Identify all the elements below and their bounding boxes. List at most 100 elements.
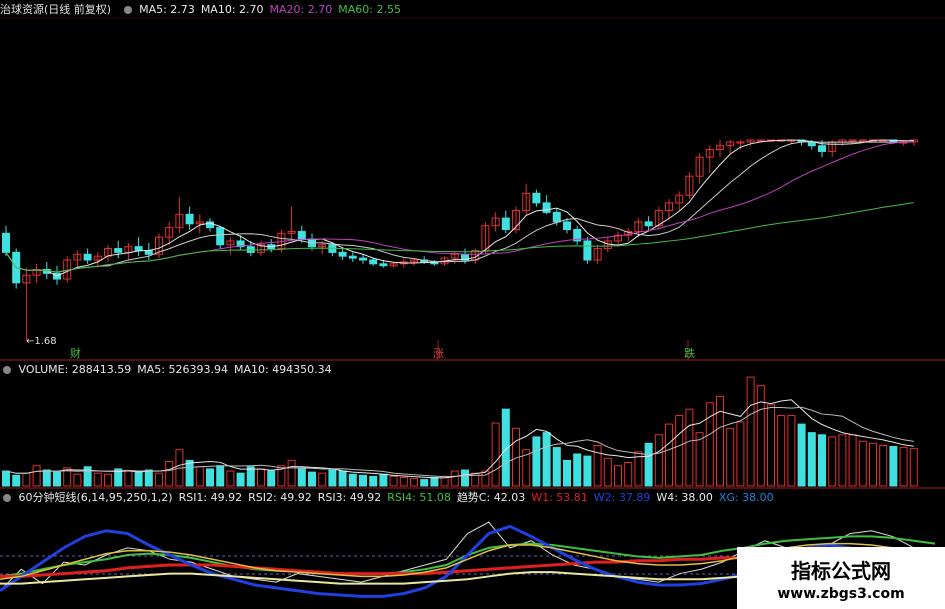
volume-bar: [787, 415, 796, 487]
volume-bar: [797, 423, 806, 487]
candle-body: [338, 251, 347, 257]
volume-bar: [318, 472, 327, 487]
volume-bar: [42, 469, 51, 487]
ind-4: RSI4: 51.08: [387, 491, 451, 504]
volume-bar: [155, 472, 163, 487]
volume-bar: [195, 466, 204, 487]
volume-bar: [818, 434, 826, 487]
volume-bar: [552, 447, 561, 487]
ind-6: W1: 53.81: [531, 491, 588, 504]
volume-bar: [644, 442, 653, 487]
volume-bar: [236, 472, 245, 487]
volume-bar: [297, 467, 306, 487]
volume-bar: [32, 465, 41, 487]
volume-bar: [389, 475, 398, 487]
volume-bar: [430, 476, 439, 487]
candle-body: [532, 192, 541, 204]
volume-bar: [848, 434, 857, 487]
watermark-url: www.zbgs3.com: [777, 586, 905, 602]
volume-bar: [563, 459, 571, 487]
volume-bar: [287, 459, 296, 487]
volume-bar: [257, 468, 265, 487]
volume-bar: [665, 423, 673, 487]
volume-bar: [461, 469, 469, 487]
marker-die: 跌: [684, 347, 695, 360]
volume-bar: [777, 415, 786, 487]
volume-bar: [348, 473, 357, 487]
volume-bar: [583, 455, 592, 487]
volume-bar: [22, 472, 31, 487]
volume-bar: [879, 444, 888, 487]
volume-bar: [736, 421, 745, 487]
volume-bar: [828, 436, 837, 487]
volume-bar: [767, 404, 775, 487]
ind-7: W2: 37.89: [593, 491, 651, 504]
watermark-title: 指标公式网: [791, 559, 891, 583]
settings-icon[interactable]: [123, 6, 132, 14]
ind-5: 趋势C: 42.03: [456, 491, 526, 504]
candle-body: [542, 202, 551, 213]
settings-icon[interactable]: [3, 366, 11, 374]
low-price-label: ←1.68: [26, 336, 57, 347]
volume-bar: [379, 473, 388, 487]
volume-bar: [889, 446, 898, 487]
candle-body: [83, 253, 92, 261]
indicator-header: 60分钟短线(6,14,95,250,1,2) RSI1: 49.92 RSI2: …: [0, 490, 786, 506]
volume-bar: [226, 470, 235, 487]
volume-bar: [144, 469, 153, 487]
volume-bar: [328, 469, 337, 487]
volume-bar: [450, 470, 459, 487]
volume-bar: [573, 453, 582, 487]
volume-header: VOLUME: 288413.59 MA5: 526393.94 MA10: 494…: [0, 362, 344, 378]
stock-title: 治球资源(日线 前复权): [0, 3, 112, 16]
indicator-legend: 60分钟短线(6,14,95,250,1,2) RSI1: 49.92 RSI2: …: [19, 491, 780, 504]
volume-bar: [654, 434, 663, 487]
volume-bar: [93, 472, 102, 487]
volume-bar: [185, 459, 194, 487]
ma-legend: MA5: 2.73 MA10: 2.70 MA20: 2.70 MA60: 2.55: [139, 3, 407, 16]
ma-3: MA60: 2.55: [338, 3, 401, 16]
ma5-line: [5, 139, 914, 277]
candle-body: [644, 221, 653, 227]
watermark: 指标公式网 www.zbgs3.com: [737, 547, 945, 609]
volume-bar: [104, 473, 112, 487]
volume-bar: [614, 465, 622, 487]
candle-body: [246, 246, 255, 253]
volume-bar: [53, 471, 61, 487]
candle-body: [297, 230, 306, 240]
volume-bar: [246, 466, 255, 487]
candle-body: [114, 248, 123, 253]
volume-bar: [726, 427, 735, 487]
candle-body: [563, 221, 571, 231]
vol-1: MA5: 526393.94: [137, 363, 228, 376]
volume-bar: [869, 442, 877, 487]
stock-chart: [0, 17, 945, 598]
vol-0: VOLUME: 288413.59: [18, 363, 132, 376]
volume-bar: [420, 479, 429, 487]
volume-bar: [542, 432, 551, 487]
settings-icon[interactable]: [3, 494, 11, 502]
vol-2: MA10: 494350.34: [233, 363, 332, 376]
volume-bar: [532, 436, 541, 487]
ma-2: MA20: 2.70: [269, 3, 333, 16]
ind-8: W4: 38.00: [656, 491, 713, 504]
volume-bar: [491, 422, 500, 487]
candle-body: [134, 246, 143, 251]
volume-bar: [858, 440, 867, 487]
candle-body: [379, 263, 388, 267]
volume-bar: [73, 473, 82, 487]
candle-body: [501, 217, 510, 231]
chart-window: 治球资源(日线 前复权) MA5: 2.73 MA10: 2.70 MA20: 2.…: [0, 0, 945, 609]
volume-bar: [675, 415, 684, 487]
ma-0: MA5: 2.73: [139, 3, 195, 16]
volume-bar: [716, 395, 724, 487]
volume-bar: [807, 432, 816, 487]
marker-cai: 财: [70, 347, 81, 360]
volume-bar: [593, 444, 602, 487]
volume-bar: [2, 470, 10, 487]
volume-bar: [124, 470, 133, 487]
volume-bar: [685, 408, 694, 487]
volume-bar: [899, 447, 908, 487]
volume-bar: [369, 475, 378, 487]
ma20-line: [5, 141, 914, 273]
